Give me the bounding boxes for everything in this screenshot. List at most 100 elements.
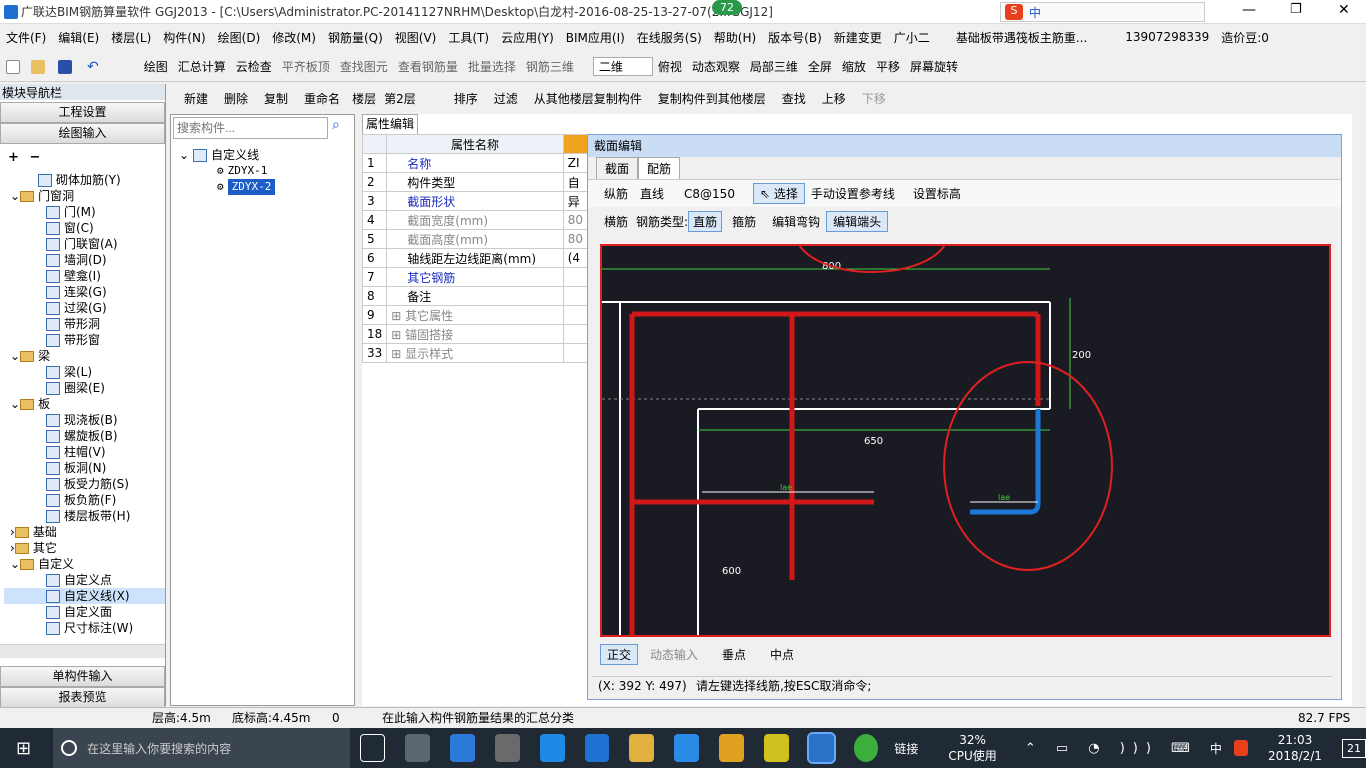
tree-item-cast-slab[interactable]: 现浇板(B) (4, 412, 165, 428)
toolbar-local-3d[interactable]: 局部三维 (745, 58, 803, 75)
toolbar-dynamic-observe[interactable]: 动态观察 (687, 58, 745, 75)
toolbar-batch-select[interactable]: 批量选择 (463, 58, 521, 75)
tree-item-beam[interactable]: 梁(L) (4, 364, 165, 380)
glodon-app-icon[interactable] (806, 732, 836, 764)
floor-select[interactable]: 第2层 (380, 90, 446, 107)
tab-property-edit[interactable]: 属性编辑 (362, 114, 418, 134)
property-row[interactable]: 33 ⊞ 显示样式 (361, 343, 589, 363)
property-row[interactable]: 7 其它钢筋 (361, 267, 589, 287)
menu-rebar-qty[interactable]: 钢筋量(Q) (322, 29, 389, 46)
tree-folder-slab[interactable]: ⌄ 板 (4, 396, 165, 412)
tree-folder-foundation[interactable]: › 基础 (4, 524, 165, 540)
tree-item-custom-point[interactable]: 自定义点 (4, 572, 165, 588)
tree-folder-door-window[interactable]: ⌄ 门窗洞 (4, 188, 165, 204)
tree-item-spiral-slab[interactable]: 螺旋板(B) (4, 428, 165, 444)
toolbar-rebar-3d[interactable]: 钢筋三维 (521, 58, 579, 75)
tree-item-lintel[interactable]: 过梁(G) (4, 300, 165, 316)
component-item[interactable]: ⚙ ZDYX-1 (179, 163, 354, 179)
tree-folder-custom[interactable]: ⌄ 自定义 (4, 556, 165, 572)
open-folder-icon[interactable] (31, 59, 45, 74)
tree-item-slab-main-rebar[interactable]: 板受力筋(S) (4, 476, 165, 492)
minimize-button[interactable]: — (1242, 2, 1256, 18)
restore-button[interactable]: ❐ (1290, 2, 1302, 17)
clock[interactable]: 21:03 2018/2/1 (1268, 732, 1322, 764)
tree-item-floor-slab-strip[interactable]: 楼层板带(H) (4, 508, 165, 524)
menu-component[interactable]: 构件(N) (157, 29, 211, 46)
menu-modify[interactable]: 修改(M) (266, 29, 322, 46)
line-type-select[interactable]: 直线 (636, 185, 680, 202)
copy-from-floor-button[interactable]: 从其他楼层复制构件 (526, 90, 650, 107)
tree-item-slab-opening[interactable]: 板洞(N) (4, 460, 165, 476)
menu-beans[interactable]: 造价豆:0 (1215, 29, 1275, 46)
midpoint-snap-toggle[interactable]: 中点 (758, 646, 806, 663)
menu-assistant[interactable]: 广小二 (888, 29, 936, 46)
menu-floor[interactable]: 楼层(L) (105, 29, 157, 46)
toolbar-fullscreen[interactable]: 全屏 (803, 58, 837, 75)
manual-reference-line-button[interactable]: 手动设置参考线 (805, 185, 907, 202)
tab-rebar[interactable]: 配筋 (638, 157, 681, 179)
tree-item-custom-line[interactable]: 自定义线(X) (4, 588, 165, 604)
task-view-icon[interactable] (360, 734, 386, 762)
menu-news[interactable]: 基础板带遇筏板主筋重... (950, 29, 1093, 46)
ime-toolbar[interactable]: S 中 (1000, 2, 1205, 22)
delete-button[interactable]: 删除 (216, 90, 256, 107)
collapse-all-icon[interactable]: − (29, 150, 40, 165)
property-row[interactable]: 2 构件类型自 (361, 172, 589, 192)
project-settings-button[interactable]: 工程设置 (0, 102, 165, 123)
pinwheel-icon[interactable] (405, 734, 431, 762)
view-mode-select[interactable]: 二维 (592, 57, 653, 76)
straight-rebar-button[interactable]: 直筋 (688, 210, 723, 232)
update-badge[interactable]: 72 (712, 0, 742, 15)
menu-edit[interactable]: 编辑(E) (52, 29, 105, 46)
green-app-icon[interactable] (853, 734, 879, 762)
menu-tools[interactable]: 工具(T) (442, 29, 495, 46)
tray-ime[interactable]: 中 (1210, 740, 1222, 757)
orthogonal-toggle[interactable]: 正交 (600, 643, 639, 665)
property-row[interactable]: 9 ⊞ 其它属性 (361, 305, 589, 325)
transverse-rebar-button[interactable]: 横筋 (604, 213, 636, 230)
menu-new-change[interactable]: 新建变更 (828, 29, 888, 46)
new-file-icon[interactable] (6, 59, 20, 74)
tree-folder-other[interactable]: › 其它 (4, 540, 165, 556)
toolbar-screen-rotate[interactable]: 屏幕旋转 (905, 58, 963, 75)
close-button[interactable]: ✕ (1338, 2, 1350, 18)
menu-version[interactable]: 版本号(B) (762, 29, 828, 46)
taskbar-search[interactable]: 在这里输入你要搜索的内容 (53, 728, 351, 768)
toolbar-align-slab-top[interactable]: 平齐板顶 (277, 58, 335, 75)
new-component-button[interactable]: 新建 (170, 90, 216, 107)
nav-hscrollbar[interactable] (0, 644, 165, 658)
edge-icon[interactable] (450, 734, 475, 762)
property-row[interactable]: 18 ⊞ 锚固搭接 (361, 324, 589, 344)
toolbar-cloud-check[interactable]: 云检查 (231, 58, 277, 75)
set-elevation-button[interactable]: 设置标高 (907, 185, 967, 202)
ime-mode[interactable]: 中 (1029, 4, 1041, 21)
edge-browser-icon[interactable] (539, 734, 565, 762)
tray-icons[interactable]: ⌃ ▭ ◔ ))) ⌨ (1025, 741, 1198, 756)
tree-item-masonry-rebar[interactable]: 砌体加筋(Y) (4, 172, 165, 188)
sort-button[interactable]: 排序 (446, 90, 486, 107)
drawing-input-button[interactable]: 绘图输入 (0, 123, 165, 144)
toolbar-draw[interactable]: 绘图 (139, 58, 173, 75)
help-icon[interactable] (763, 734, 789, 762)
tree-item-window[interactable]: 窗(C) (4, 220, 165, 236)
toolbar-pan[interactable]: 平移 (871, 58, 905, 75)
menu-bim[interactable]: BIM应用(I) (560, 29, 631, 46)
toolbar-top-view[interactable]: 俯视 (653, 58, 687, 75)
toolbar-zoom[interactable]: 缩放 (837, 58, 871, 75)
notification-center[interactable]: 21 (1341, 738, 1366, 758)
tree-folder-beam[interactable]: ⌄ 梁 (4, 348, 165, 364)
menu-draw[interactable]: 绘图(D) (212, 29, 267, 46)
tray-sogou-icon[interactable] (1233, 740, 1249, 756)
filter-button[interactable]: 过滤 (486, 90, 526, 107)
tree-item-slab-neg-rebar[interactable]: 板负筋(F) (4, 492, 165, 508)
file-explorer-icon[interactable] (629, 734, 655, 762)
move-up-button[interactable]: 上移 (814, 90, 854, 107)
tree-item-strip-opening[interactable]: 带形洞 (4, 316, 165, 332)
tree-item-dimension[interactable]: 尺寸标注(W) (4, 620, 165, 636)
find-button[interactable]: 查找 (774, 90, 814, 107)
menu-file[interactable]: 文件(F) (0, 29, 52, 46)
copy-button[interactable]: 复制 (256, 90, 296, 107)
property-row[interactable]: 5 截面高度(mm) 80 (361, 229, 589, 249)
menu-help[interactable]: 帮助(H) (708, 29, 762, 46)
component-search-input[interactable] (173, 117, 328, 139)
